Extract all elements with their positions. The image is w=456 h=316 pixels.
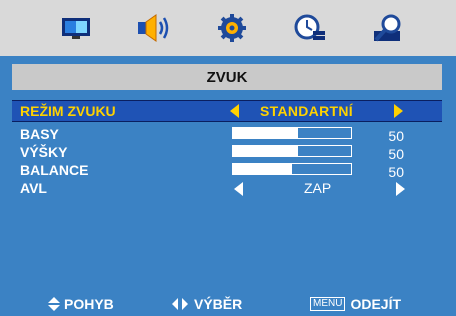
up-down-arrows-icon xyxy=(48,297,60,311)
row-balance[interactable]: BALANCE 50 xyxy=(12,161,442,180)
picture-icon[interactable] xyxy=(58,12,94,44)
bass-value: 50 xyxy=(388,128,404,144)
balance-slider[interactable] xyxy=(232,163,352,175)
row-label: BASY xyxy=(20,126,59,142)
row-label: BALANCE xyxy=(20,162,89,178)
row-bass[interactable]: BASY 50 xyxy=(12,125,442,144)
treble-value: 50 xyxy=(388,146,404,162)
help-bar: POHYB VÝBĚR MENU ODEJÍT xyxy=(0,288,456,316)
row-label: VÝŠKY xyxy=(20,144,68,160)
row-label: AVL xyxy=(20,180,47,196)
slider-fill xyxy=(233,146,298,156)
help-move: POHYB xyxy=(48,296,114,312)
row-label: REŽIM ZVUKU xyxy=(20,103,116,119)
row-treble[interactable]: VÝŠKY 50 xyxy=(12,143,442,162)
left-right-arrows-icon xyxy=(172,298,188,310)
menu-title: ZVUK xyxy=(12,64,442,90)
speaker-icon[interactable] xyxy=(136,12,172,44)
help-select-label: VÝBĚR xyxy=(194,296,243,312)
magnifier-icon[interactable] xyxy=(370,12,406,44)
arrow-left-icon[interactable] xyxy=(234,182,243,196)
arrow-left-icon[interactable] xyxy=(230,104,239,118)
menu-tabs-bar xyxy=(0,0,456,56)
treble-slider[interactable] xyxy=(232,145,352,157)
slider-fill xyxy=(233,128,298,138)
arrow-right-icon[interactable] xyxy=(394,104,403,118)
row-sound-mode[interactable]: REŽIM ZVUKU STANDARTNÍ xyxy=(12,100,442,122)
avl-value: ZAP xyxy=(304,180,332,196)
menu-key-icon: MENU xyxy=(310,297,346,311)
sound-menu-panel: ZVUK REŽIM ZVUKU STANDARTNÍ BASY 50 VÝŠK… xyxy=(0,56,456,316)
help-select: VÝBĚR xyxy=(172,296,242,312)
slider-fill xyxy=(233,164,292,174)
row-avl[interactable]: AVL ZAP xyxy=(12,179,442,197)
help-move-label: POHYB xyxy=(64,296,114,312)
sound-mode-value: STANDARTNÍ xyxy=(260,103,353,119)
gear-icon[interactable] xyxy=(214,12,250,44)
arrow-right-icon[interactable] xyxy=(396,182,405,196)
clock-icon[interactable] xyxy=(292,12,328,44)
bass-slider[interactable] xyxy=(232,127,352,139)
help-exit-label: ODEJÍT xyxy=(350,296,402,312)
help-exit: MENU ODEJÍT xyxy=(310,296,401,312)
balance-value: 50 xyxy=(388,164,404,180)
